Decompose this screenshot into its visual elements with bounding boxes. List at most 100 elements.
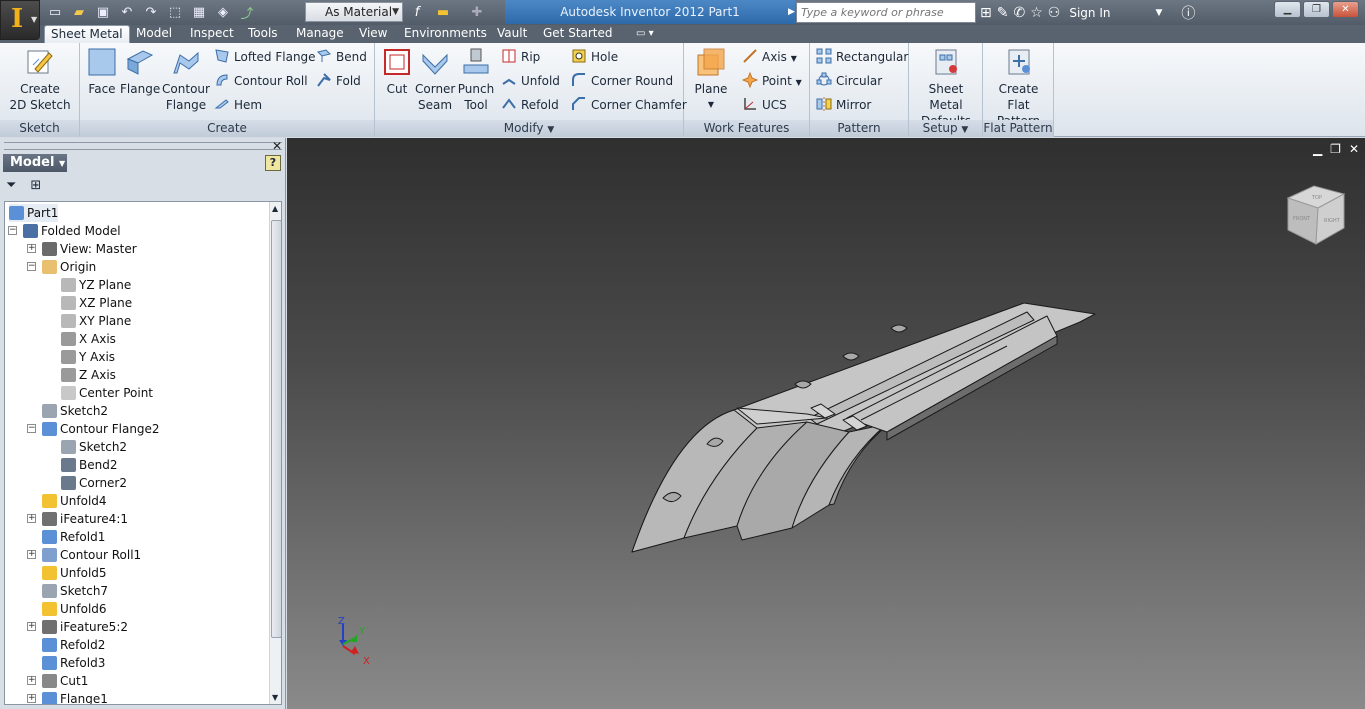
flange-button[interactable]: Flange [120, 47, 160, 97]
lofted-flange-button[interactable]: Lofted Flange [214, 47, 316, 67]
tree-node[interactable]: Folded Model [23, 222, 121, 240]
contour-roll-button[interactable]: Contour Roll [214, 71, 308, 91]
tree-expander[interactable]: − [27, 262, 36, 271]
cut-button[interactable]: Cut [379, 47, 415, 97]
tree-node[interactable]: Center Point [61, 384, 153, 402]
punch-tool-button[interactable]: Punch Tool [455, 47, 497, 113]
tree-expander[interactable]: + [27, 514, 36, 523]
tree-node[interactable]: Contour Flange2 [42, 420, 160, 438]
sign-in-link[interactable]: Sign In [1069, 6, 1110, 20]
return-icon[interactable]: ⤴ [236, 3, 258, 23]
tree-expander[interactable]: − [27, 424, 36, 433]
binoculars-icon[interactable]: ⊞ [980, 5, 992, 21]
binoculars-icon[interactable]: ⊞ [30, 178, 41, 194]
tab-get-started[interactable]: Get Started [537, 25, 619, 43]
create-2d-sketch-button[interactable]: Create 2D Sketch [4, 47, 76, 113]
tab-view[interactable]: View [353, 25, 393, 43]
image-icon[interactable]: ▦ [188, 3, 210, 23]
refold-button[interactable]: Refold [501, 95, 559, 115]
tree-node[interactable]: Corner2 [61, 474, 127, 492]
fx-icon[interactable]: f [406, 2, 428, 22]
help-icon[interactable]: ? [265, 155, 281, 171]
tree-node[interactable]: XY Plane [61, 312, 131, 330]
tab-tools[interactable]: Tools [242, 25, 284, 43]
sheet-metal-defaults-button[interactable]: Sheet Metal Defaults [911, 47, 981, 129]
application-menu-button[interactable]: I ▼ [0, 0, 40, 40]
tab-vault[interactable]: Vault [491, 25, 533, 43]
axis-button[interactable]: Axis ▼ [742, 47, 797, 67]
unfold-button[interactable]: Unfold [501, 71, 560, 91]
tab-environments[interactable]: Environments [398, 25, 493, 43]
redo-icon[interactable]: ↷ [140, 3, 162, 23]
tree-expander[interactable]: + [27, 694, 36, 703]
tree-node[interactable]: Refold3 [42, 654, 105, 672]
contour-flange-button[interactable]: Contour Flange [162, 47, 210, 113]
tree-expander[interactable]: + [27, 676, 36, 685]
rip-button[interactable]: Rip [501, 47, 540, 67]
tree-scrollbar[interactable]: ▲ ▼ [269, 202, 281, 704]
browser-mode-dropdown[interactable]: Model ▼ [3, 154, 67, 172]
tree-expander[interactable]: + [27, 622, 36, 631]
plane-button[interactable]: Plane ▼ [690, 47, 732, 113]
tree-node[interactable]: View: Master [42, 240, 137, 258]
bend-button[interactable]: Bend [316, 47, 367, 67]
save-icon[interactable]: ▣ [92, 3, 114, 23]
tree-node[interactable]: Contour Roll1 [42, 546, 141, 564]
communication-icon[interactable]: ✆ [1013, 5, 1025, 21]
restore-button[interactable]: ❐ [1303, 1, 1330, 18]
tree-node[interactable]: iFeature5:2 [42, 618, 128, 636]
favorites-icon[interactable]: ☆ [1030, 5, 1043, 21]
chevron-right-icon[interactable]: ▶ [788, 0, 795, 24]
mirror-button[interactable]: Mirror [816, 95, 871, 115]
tree-node[interactable]: Sketch2 [61, 438, 127, 456]
panel-setup-label[interactable]: Setup ▼ [909, 120, 982, 137]
tree-node[interactable]: Unfold5 [42, 564, 107, 582]
scroll-thumb[interactable] [271, 220, 281, 638]
corner-round-button[interactable]: Corner Round [571, 71, 673, 91]
tree-expander[interactable]: + [27, 244, 36, 253]
new-icon[interactable]: ▭ [44, 3, 66, 23]
ucs-button[interactable]: UCS [742, 95, 787, 115]
tab-model[interactable]: Model [130, 25, 178, 43]
scroll-up-icon[interactable]: ▲ [272, 204, 278, 213]
filter-icon[interactable]: ⏷ [6, 178, 16, 194]
tree-node[interactable]: Z Axis [61, 366, 116, 384]
graphics-viewport[interactable]: ▁ ❐ ✕ TOP FRONT RIGHT Z Y X [287, 138, 1365, 709]
ribbon-options-icon[interactable]: ▭ ▾ [630, 25, 660, 43]
browser-grip[interactable] [4, 142, 282, 150]
undo-icon[interactable]: ↶ [116, 3, 138, 23]
tree-node[interactable]: Y Axis [61, 348, 115, 366]
corner-chamfer-button[interactable]: Corner Chamfer [571, 95, 687, 115]
tree-expander[interactable]: − [8, 226, 17, 235]
point-button[interactable]: Point ▼ [742, 71, 802, 91]
tab-manage[interactable]: Manage [290, 25, 350, 43]
tree-node[interactable]: Unfold6 [42, 600, 107, 618]
close-icon[interactable]: ✕ [272, 139, 282, 153]
panel-modify-label[interactable]: Modify ▼ [375, 120, 683, 137]
tree-node[interactable]: Cut1 [42, 672, 88, 690]
tree-node[interactable]: Part1 [9, 204, 59, 222]
subscription-icon[interactable]: ✎ [997, 5, 1009, 21]
help-icon[interactable]: ⓘ [1181, 3, 1195, 23]
tree-node[interactable]: X Axis [61, 330, 116, 348]
update-icon[interactable]: ◈ [212, 3, 234, 23]
select-icon[interactable]: ⬚ [164, 3, 186, 23]
tab-inspect[interactable]: Inspect [184, 25, 240, 43]
color-override-icon[interactable]: ▬ [432, 2, 454, 22]
fold-button[interactable]: Fold [316, 71, 361, 91]
tree-node[interactable]: XZ Plane [61, 294, 132, 312]
tree-node[interactable]: Unfold4 [42, 492, 107, 510]
corner-seam-button[interactable]: Corner Seam [415, 47, 455, 113]
tree-node[interactable]: Flange1 [42, 690, 108, 704]
hem-button[interactable]: Hem [214, 95, 262, 115]
circular-pattern-button[interactable]: Circular [816, 71, 882, 91]
tree-node[interactable]: Refold2 [42, 636, 105, 654]
face-button[interactable]: Face [84, 47, 120, 97]
search-input[interactable] [796, 2, 976, 23]
add-icon[interactable]: ✚ [466, 2, 488, 22]
tree-expander[interactable]: + [27, 550, 36, 559]
material-dropdown[interactable]: As Material ▼ [305, 2, 403, 22]
chevron-down-icon[interactable]: ▼ [1155, 8, 1162, 18]
tree-node[interactable]: YZ Plane [61, 276, 131, 294]
open-icon[interactable]: ▰ [68, 3, 90, 23]
